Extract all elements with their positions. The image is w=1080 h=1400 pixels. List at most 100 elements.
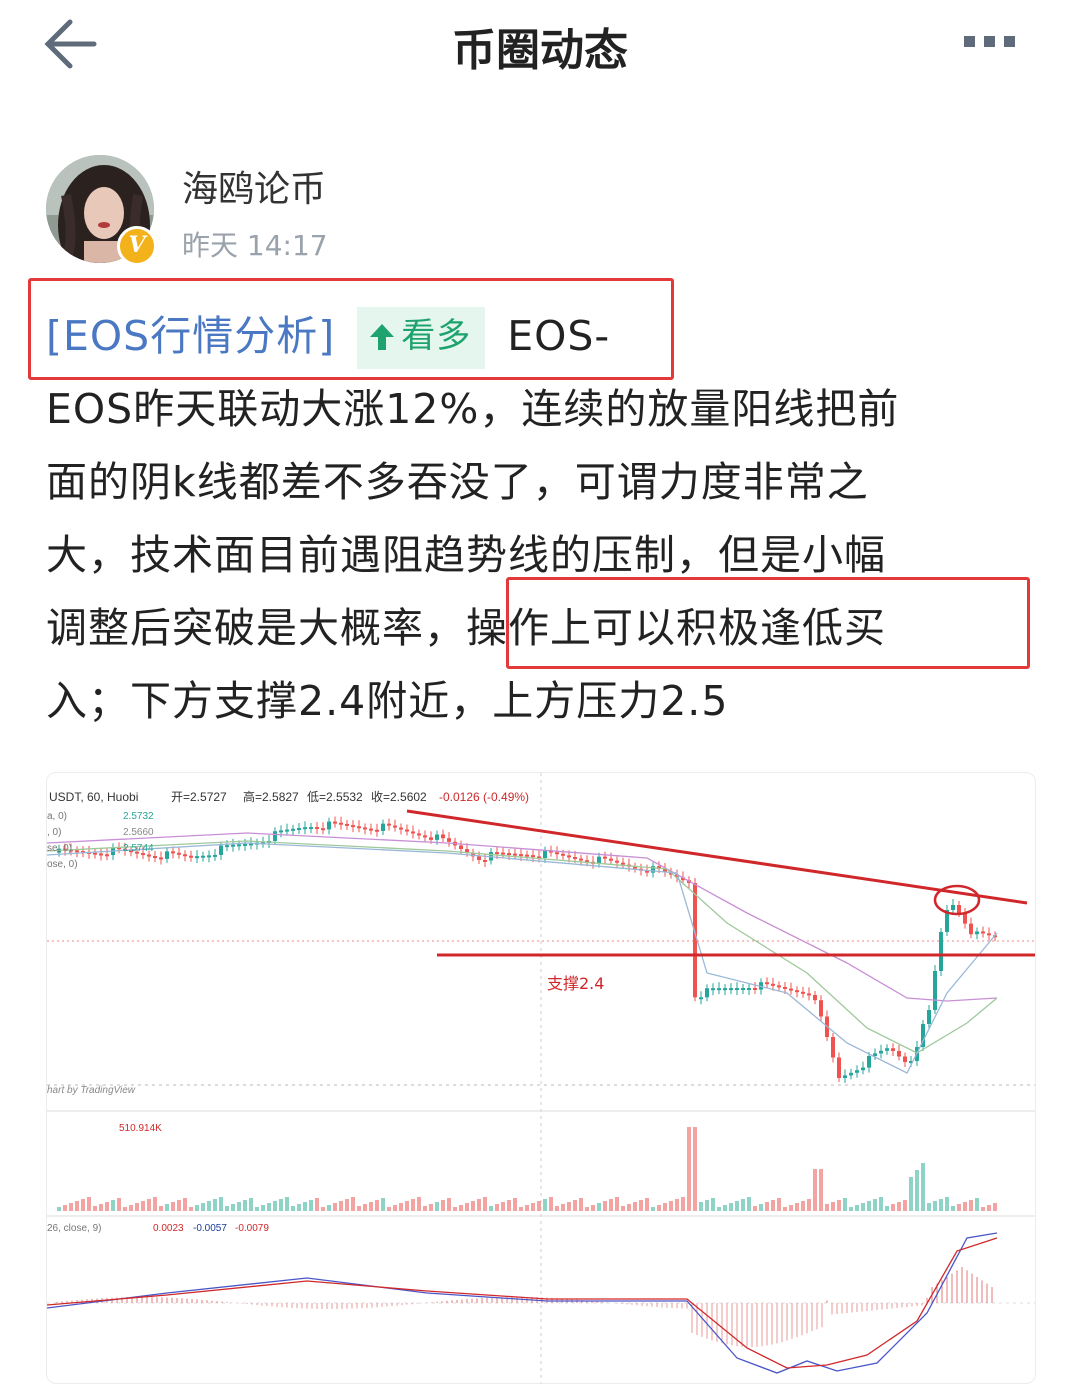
volume-bar [669,1201,673,1211]
volume-bar [945,1197,949,1211]
volume-bar [315,1198,319,1211]
volume-bar [303,1202,307,1211]
volume-bar [855,1205,859,1211]
candle-body [387,823,391,826]
candle-body [735,988,739,991]
macd-prefix: 26, close, 9) [47,1223,101,1234]
volume-bar [525,1205,529,1211]
candle-body [165,851,169,859]
volume-bar [675,1199,679,1211]
candle-body [855,1070,859,1073]
candle-body [717,988,721,991]
page-title: 币圈动态 [452,25,628,76]
volume-bar [387,1207,391,1211]
price-candles [57,816,997,1083]
candle-body [879,1050,883,1054]
candle-body [951,905,955,910]
volume-bar [585,1207,589,1211]
volume-bar [477,1199,481,1211]
volume-bar [459,1205,463,1211]
candle-body [927,1010,931,1024]
volume-bar [819,1169,823,1211]
candle-body [897,1051,901,1057]
volume-bar [489,1206,493,1211]
candle-body [867,1056,871,1068]
candle-body [801,991,805,994]
volume-bar [801,1201,805,1211]
author-name[interactable]: 海鸥论币 [182,160,326,212]
volume-bar [213,1199,217,1211]
volume-bar [333,1203,337,1211]
support-label: 支撑2.4 [547,974,604,993]
volume-bar [249,1198,253,1211]
volume-bar [651,1207,655,1211]
volume-bar [687,1127,691,1211]
candle-body [975,931,979,935]
candle-body [321,828,325,831]
volume-bar [201,1203,205,1211]
volume-bar [417,1197,421,1211]
volume-bar [717,1207,721,1211]
candle-body [849,1072,853,1076]
volume-bar [435,1202,439,1211]
candle-body [207,855,211,858]
candle-body [555,852,559,855]
candle-body [327,821,331,830]
candle-body [147,854,151,857]
candle-body [159,857,163,860]
volume-bar [357,1206,361,1211]
candle-body [333,821,337,824]
candle-body [279,830,283,833]
volume-bar [267,1203,271,1211]
ohlc-high: 高=2.5827 [243,789,299,804]
volume-bar [363,1204,367,1211]
volume-bar [345,1199,349,1211]
volume-bar [111,1200,115,1211]
volume-bar [699,1202,703,1211]
volume-bar [597,1203,601,1211]
volume-bar [981,1207,985,1211]
volume-bar [567,1202,571,1211]
volume-bar [393,1205,397,1211]
volume-bar [225,1206,229,1211]
candle-body [459,845,463,850]
candle-body [579,858,583,861]
ma-prefix-1: a, 0) [47,811,67,822]
volume-bar [195,1205,199,1211]
volume-bar [309,1200,313,1211]
more-options-icon[interactable] [964,34,1024,48]
volume-bar [75,1201,79,1211]
candle-body [297,828,301,830]
volume-bar [837,1200,841,1211]
volume-bar [573,1200,577,1211]
volume-bar [339,1201,343,1211]
candle-body [183,854,187,857]
volume-bar [831,1202,835,1211]
volume-bar [411,1199,415,1211]
volume-bar [879,1197,883,1211]
candle-body [477,856,481,860]
candle-body [243,843,247,846]
candle-body [231,844,235,847]
candle-body [699,997,703,1000]
candle-body [303,827,307,830]
volume-bar [291,1206,295,1211]
candle-body [417,833,421,836]
volume-bar [927,1203,931,1211]
candle-body [429,837,433,840]
volume-bar [633,1202,637,1211]
volume-bar [501,1202,505,1211]
candle-body [705,988,709,998]
volume-bar [993,1203,997,1211]
volume-bar [783,1207,787,1211]
volume-bar [939,1199,943,1211]
volume-bar [219,1197,223,1211]
candle-body [435,834,439,840]
verified-badge: V [117,226,157,266]
volume-bar [549,1197,553,1211]
volume-bar [261,1205,265,1211]
volume-bar [69,1203,73,1211]
ohlc-low: 低=2.5532 [307,790,363,804]
volume-bar [897,1202,901,1211]
chart-image[interactable]: USDT, 60, Huobi 开=2.5727 高=2.5827 低=2.55… [46,772,1036,1384]
